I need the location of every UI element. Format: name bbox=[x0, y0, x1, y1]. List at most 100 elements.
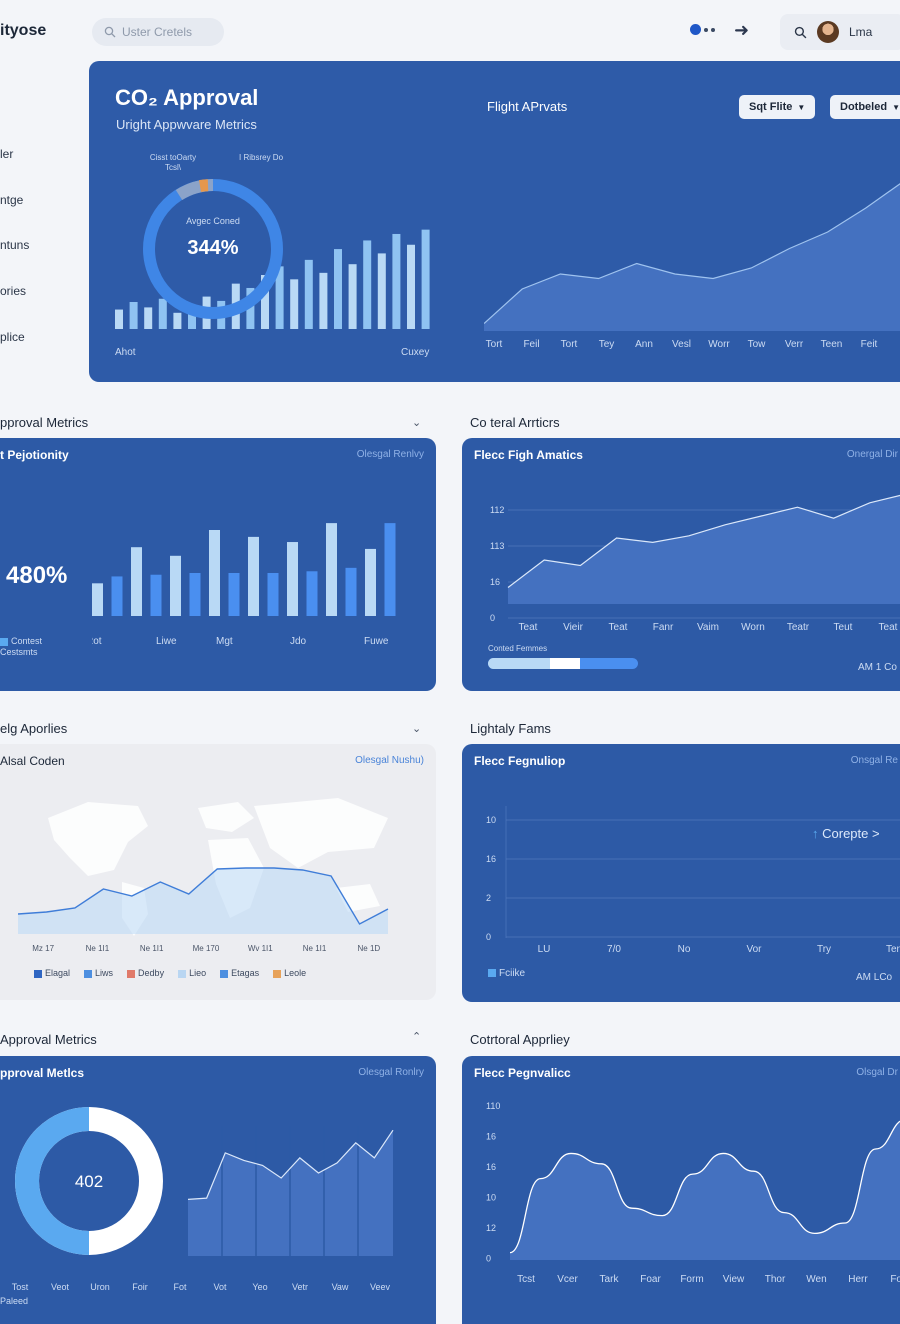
x-tick-label: Teat bbox=[519, 622, 538, 633]
hero-bar bbox=[319, 272, 328, 329]
x-tick-label: Liwe bbox=[156, 636, 177, 647]
x-tick-label: Vieir bbox=[563, 622, 583, 633]
status-dots-icon[interactable] bbox=[690, 24, 715, 35]
x-tick-label: Feil bbox=[523, 339, 539, 350]
bar bbox=[267, 573, 279, 616]
x-axis-labels: Tost Veot Uron Foir Fot Vot Yeo Vetr Vaw Veev bbox=[0, 1282, 400, 1296]
bar bbox=[384, 523, 396, 616]
sidebar-item-2[interactable]: ntge bbox=[0, 193, 23, 207]
compare-link[interactable]: ↑ Corepte > bbox=[812, 826, 880, 841]
x-tick-label: 7/0 bbox=[607, 944, 621, 955]
card-title: Flecc Pegnvalicc bbox=[474, 1066, 571, 1080]
arrow-up-icon: ↑ bbox=[812, 826, 819, 841]
x-tick-label: Teat bbox=[879, 622, 898, 633]
chevron-down-icon[interactable]: ⌄ bbox=[412, 722, 421, 735]
x-tick-label: Tey bbox=[599, 339, 615, 350]
x-tick-label: Thor bbox=[765, 1274, 786, 1285]
x-tick-label: Wv 1I1 bbox=[247, 944, 273, 953]
search-box[interactable]: Uster Cretels bbox=[92, 18, 224, 46]
hero-bar bbox=[363, 240, 372, 329]
x-tick-label: Veev bbox=[369, 1282, 391, 1292]
card-link[interactable]: Onsgal Re bbox=[851, 755, 898, 766]
x-tick-label: Wen bbox=[806, 1274, 826, 1285]
x-tick-label: Mz 17 bbox=[32, 944, 55, 953]
x-tick-label: Tcst bbox=[517, 1274, 535, 1285]
bars-right-label: Cuxey bbox=[401, 347, 430, 358]
compare-label: Corepte > bbox=[822, 826, 880, 841]
legend-label: Elagal bbox=[45, 968, 71, 978]
card-link[interactable]: Olesgal Renlvy bbox=[357, 449, 424, 460]
hero-bar bbox=[392, 233, 401, 329]
card-link[interactable]: Onergal Dir bbox=[847, 449, 898, 460]
x-tick-label: Vor bbox=[746, 944, 762, 955]
card-link[interactable]: Olesgal Ronlry bbox=[358, 1067, 424, 1078]
bar bbox=[170, 555, 181, 616]
y-tick-label: 0 bbox=[490, 613, 495, 623]
legend-swatch bbox=[127, 969, 136, 978]
donut-center-caption: Avgec Coned bbox=[186, 216, 240, 226]
legend-label: Lieo bbox=[189, 968, 207, 978]
flight-approvals-title: Flight APrvats bbox=[487, 99, 568, 114]
progress-bar bbox=[488, 658, 638, 669]
map-trend-line-chart bbox=[18, 867, 389, 934]
legend-item: Contest Cestsmts bbox=[0, 636, 70, 658]
x-tick-label: Teut bbox=[834, 622, 853, 633]
bar bbox=[326, 523, 337, 616]
details-label: Dotbeled bbox=[840, 101, 888, 113]
x-tick-label: Mgt bbox=[216, 636, 233, 647]
x-tick-label: Form bbox=[680, 1274, 703, 1285]
x-tick-label: Vaw bbox=[331, 1282, 349, 1292]
sidebar-item-4[interactable]: ories bbox=[0, 284, 26, 298]
chevron-down-icon: ▼ bbox=[797, 102, 806, 112]
y-tick-label: 113 bbox=[490, 541, 504, 551]
sidebar-item-1[interactable]: ler bbox=[0, 147, 13, 161]
search-input[interactable]: Uster Cretels bbox=[122, 25, 192, 39]
y-tick-label: 2 bbox=[486, 893, 491, 903]
x-tick-label: View bbox=[723, 1274, 745, 1285]
x-tick-label: Fanr bbox=[653, 622, 674, 633]
x-tick-label: Fot bbox=[173, 1282, 187, 1292]
card-link[interactable]: Olsgal Dr bbox=[856, 1067, 898, 1078]
progress-bar-marker bbox=[550, 658, 580, 669]
chevron-up-icon[interactable]: ⌃ bbox=[412, 1030, 421, 1043]
flight-prevalence-area-chart: 110 16 16 10 12 0 Tcst Vcer Tark Foar Form View Thor… bbox=[486, 1101, 900, 1285]
x-tick-label: Ten bbox=[886, 944, 900, 955]
flight-approvals-area-chart: Tort Feil Tort Tey Ann Vesl Worr Tow Verr Teen Fei… bbox=[484, 183, 900, 350]
legend-label: Dedby bbox=[138, 968, 165, 978]
avatar[interactable] bbox=[817, 21, 839, 43]
bar bbox=[131, 547, 142, 616]
section-heading-apporlies: elg Aporlies bbox=[0, 721, 68, 736]
x-tick-label: Vetr bbox=[291, 1282, 308, 1292]
hero-bar bbox=[421, 229, 430, 329]
legend-item: Lieo bbox=[178, 968, 206, 978]
legend-label: Leole bbox=[284, 968, 307, 978]
hero-bar bbox=[377, 253, 386, 329]
forward-arrow-icon[interactable]: ➜ bbox=[734, 20, 749, 41]
legend-item: Fciike bbox=[488, 968, 525, 979]
bar bbox=[209, 530, 220, 616]
legend-label: Etagas bbox=[231, 968, 260, 978]
y-tick-label: 16 bbox=[486, 1162, 496, 1172]
chevron-down-icon[interactable]: ⌄ bbox=[412, 416, 421, 429]
sidebar-item-3[interactable]: ntuns bbox=[0, 238, 29, 252]
card-link[interactable]: Olesgal Nushu) bbox=[355, 755, 424, 766]
x-tick-label: Ann bbox=[635, 339, 653, 350]
hero-card: CO₂ Approval Uright Appwvare Metrics Cis… bbox=[89, 61, 900, 382]
donut-gap-accent bbox=[199, 179, 209, 192]
flight-analytics-area-chart: 112 113 16 0 Teat Vieir Teat Fanr Vaim Worn Teatr T… bbox=[490, 494, 900, 633]
section-heading-approval-metrics-2: Approval Metrics bbox=[0, 1032, 97, 1047]
donut-center-value: 402 bbox=[74, 1172, 104, 1191]
user-menu[interactable]: Lma bbox=[780, 14, 900, 50]
sort-filter-dropdown[interactable]: Sqt Flite ▼ bbox=[739, 95, 816, 119]
app-brand[interactable]: ityose bbox=[0, 22, 46, 40]
sort-filter-label: Sqt Flite bbox=[749, 101, 793, 113]
x-tick-label: Fuwe bbox=[364, 636, 389, 647]
search-icon[interactable] bbox=[794, 26, 807, 39]
legend-label: Fciike bbox=[499, 968, 526, 979]
details-dropdown[interactable]: Dotbeled ▼ bbox=[830, 95, 900, 119]
y-tick-label: 0 bbox=[486, 932, 491, 942]
bar bbox=[365, 548, 376, 616]
sidebar-item-5[interactable]: plice bbox=[0, 330, 25, 344]
x-tick-label: Uron bbox=[90, 1282, 110, 1292]
x-tick-label: Tort bbox=[561, 339, 578, 350]
